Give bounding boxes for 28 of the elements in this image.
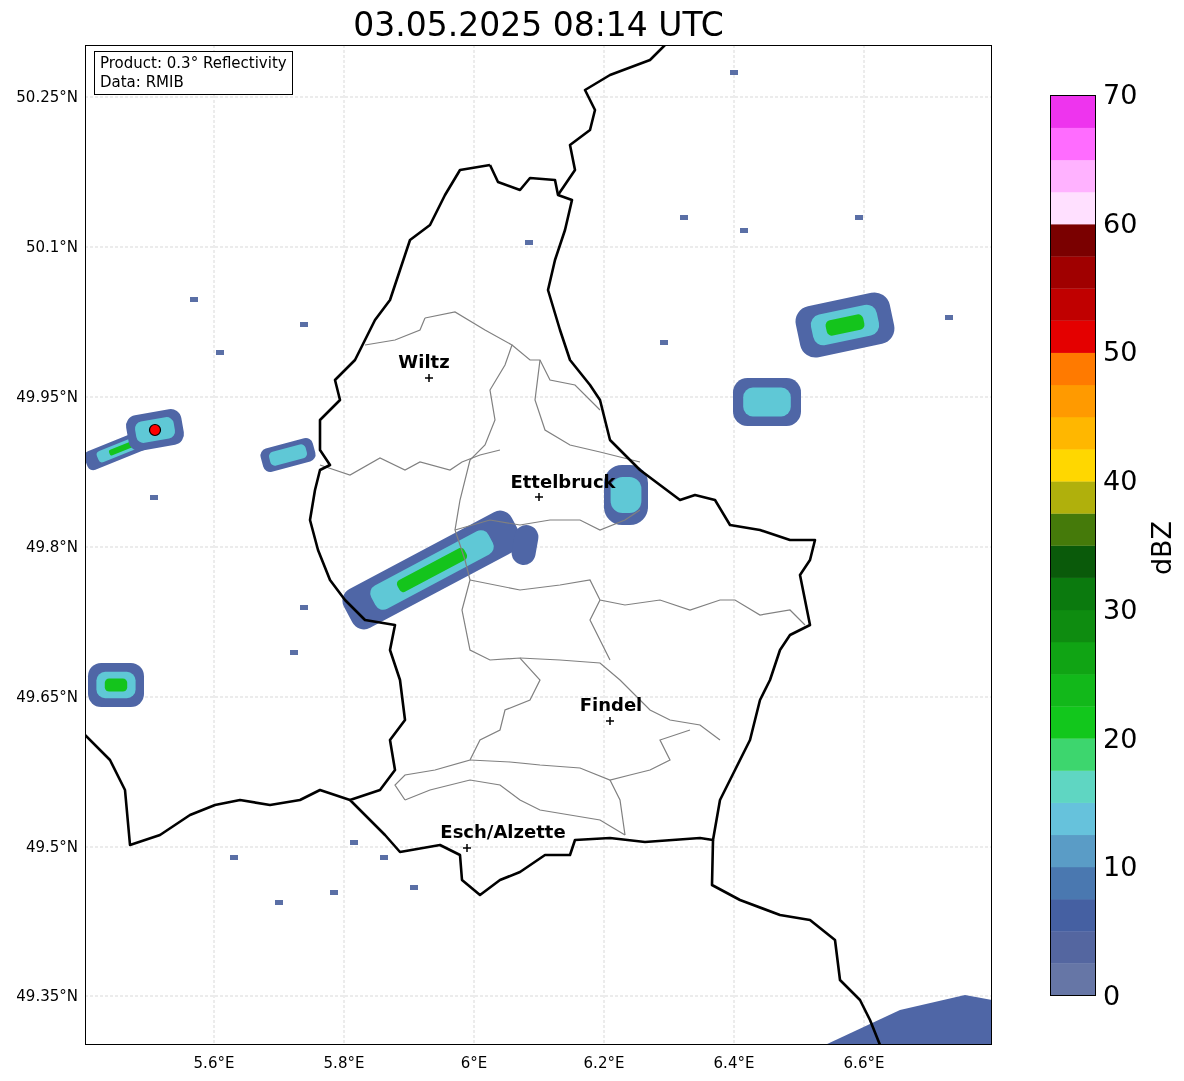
colorbar-tick-label: 70 [1103, 80, 1138, 110]
axis-tick-label: 6°E [460, 1054, 488, 1072]
colorbar-tick-label: 0 [1103, 981, 1121, 1011]
axis-tick-label: 49.8°N [24, 538, 78, 556]
colorbar-tick-label: 10 [1103, 852, 1138, 883]
product-label: Product: 0.3° Reflectivity [100, 54, 287, 73]
colorbar-tick-label: 20 [1103, 723, 1138, 754]
axis-tick-label: 6.4°E [713, 1054, 755, 1072]
city-label: Findel [579, 695, 643, 715]
axis-tick-label: 49.65°N [15, 688, 78, 706]
axis-tick-label: 50.1°N [24, 238, 78, 256]
axis-tick-label: 6.2°E [583, 1054, 625, 1072]
colorbar-tick-label: 30 [1103, 594, 1138, 625]
axis-tick-label: 6.6°E [843, 1054, 885, 1072]
colorbar-tick-label: 40 [1103, 466, 1138, 497]
city-label: Esch/Alzette [440, 822, 566, 842]
axis-tick-label: 5.8°E [323, 1054, 365, 1072]
chart-title: 03.05.2025 08:14 UTC [352, 4, 725, 46]
data-source-label: Data: RMIB [100, 73, 185, 92]
axis-tick-label: 49.35°N [15, 987, 78, 1005]
colorbar-label: dBZ [1145, 519, 1178, 578]
axis-tick-label: 49.5°N [24, 838, 78, 856]
colorbar-tick-label: 60 [1103, 208, 1138, 239]
city-label: Wiltz [398, 352, 450, 372]
axis-tick-label: 49.95°N [15, 388, 78, 406]
axis-tick-label: 5.6°E [193, 1054, 235, 1072]
colorbar-tick-label: 50 [1103, 337, 1138, 368]
axis-tick-label: 50.25°N [15, 88, 78, 106]
